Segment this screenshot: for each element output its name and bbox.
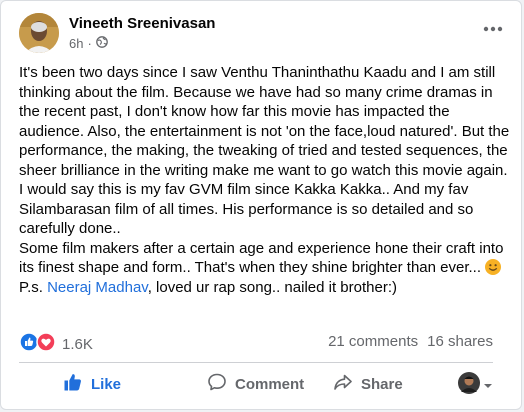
mention-link[interactable]: Neeraj Madhav	[47, 279, 148, 296]
post-paragraph: P.s. Neeraj Madhav, loved ur rap song.. …	[19, 278, 511, 298]
comment-icon	[207, 372, 227, 396]
ps-suffix: , loved ur rap song.. nailed it brother:…	[147, 278, 397, 296]
post-paragraph: It's been two days since I saw Venthu Th…	[19, 64, 510, 237]
comment-label: Comment	[235, 375, 305, 393]
post-paragraph: Some film makers after a certain age and…	[19, 239, 511, 278]
thumbs-up-icon	[63, 372, 83, 396]
profile-avatar-small	[458, 372, 480, 399]
post-text: It's been two days since I saw Venthu Th…	[19, 63, 511, 297]
post-time[interactable]: 6h	[69, 36, 83, 51]
action-bar: Like Comment Share	[19, 367, 493, 401]
ps-prefix: P.s.	[19, 278, 48, 296]
share-label: Share	[361, 375, 403, 393]
post-stats: 1.6K 21 comments 16 shares	[19, 330, 493, 354]
audience-selector[interactable]	[458, 372, 493, 399]
post-paragraph-text: Some film makers after a certain age and…	[19, 239, 504, 277]
author-name[interactable]: Vineeth Sreenivasan	[69, 15, 215, 32]
reaction-summary[interactable]: 1.6K	[19, 332, 93, 356]
author-avatar[interactable]	[19, 13, 59, 53]
like-label: Like	[91, 375, 122, 393]
comment-button[interactable]: Comment	[207, 367, 304, 401]
share-count[interactable]: 16 shares	[427, 333, 493, 350]
share-icon	[333, 372, 353, 396]
share-button[interactable]: Share	[333, 367, 403, 401]
post-meta: 6h ·	[69, 36, 108, 51]
comment-count[interactable]: 21 comments	[328, 333, 418, 350]
post-card: Vineeth Sreenivasan 6h · It's been two d…	[0, 0, 522, 410]
chevron-down-icon	[483, 377, 493, 395]
engagement-counts: 21 comments 16 shares	[328, 333, 493, 350]
love-reaction-icon	[36, 332, 56, 356]
divider	[19, 362, 493, 363]
like-button[interactable]: Like	[63, 367, 121, 401]
reaction-count[interactable]: 1.6K	[62, 336, 93, 353]
more-horizontal-icon[interactable]	[479, 19, 507, 39]
smiling-face-icon	[485, 259, 502, 275]
globe-icon[interactable]	[95, 36, 108, 51]
meta-separator: ·	[87, 36, 92, 51]
